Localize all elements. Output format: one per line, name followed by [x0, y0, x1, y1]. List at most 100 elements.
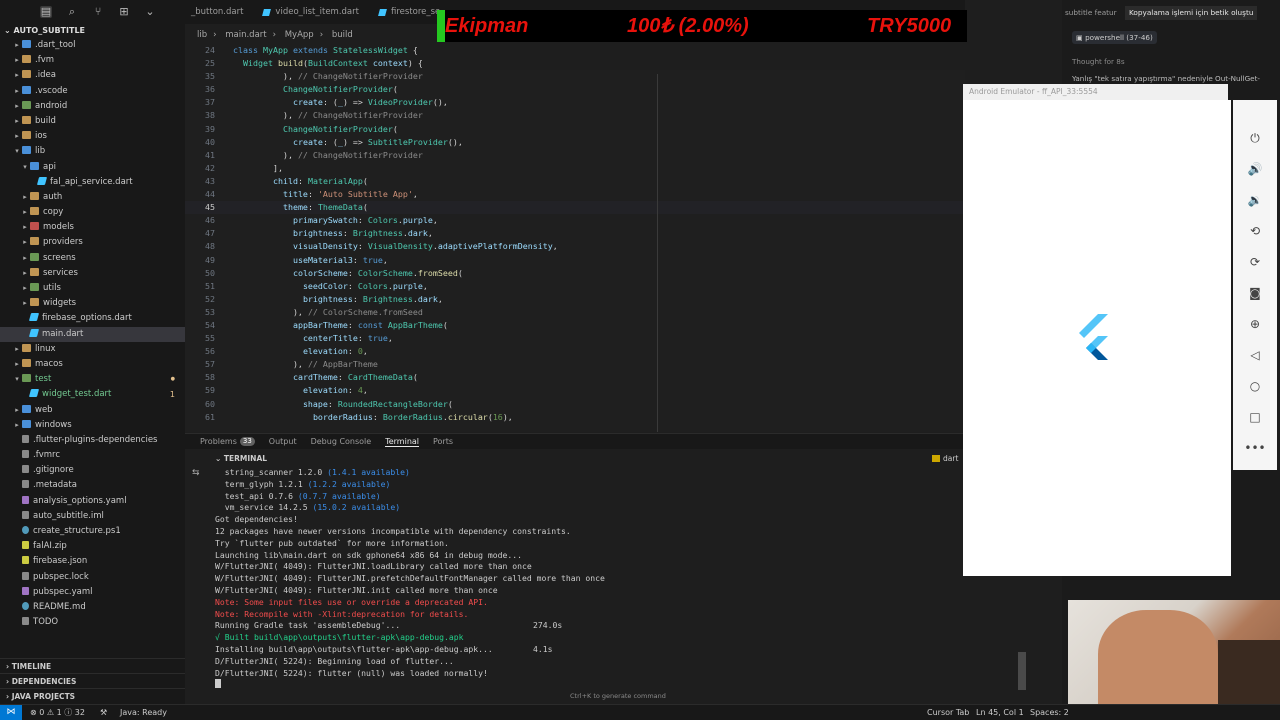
code-line[interactable]: 40 create: (_) => SubtitleProvider(),	[185, 136, 965, 149]
code-line[interactable]: 35 ), // ChangeNotifierProvider	[185, 70, 965, 83]
more-icon[interactable]: •••	[1233, 438, 1277, 458]
tree-item[interactable]: ▸ android	[0, 99, 185, 114]
problems-status[interactable]: ⊗ 0 ⚠ 1 ⓘ 32	[30, 705, 85, 720]
cursor-position[interactable]: Ln 45, Col 1	[976, 705, 1024, 720]
code-line[interactable]: 38 ), // ChangeNotifierProvider	[185, 109, 965, 122]
breadcrumb-file[interactable]: main.dart	[225, 30, 266, 40]
tree-item[interactable]: pubspec.lock	[0, 570, 185, 585]
tree-item[interactable]: ▸ .fvm	[0, 53, 185, 68]
tab-button-dart[interactable]: _button.dart	[185, 0, 257, 24]
code-line[interactable]: 53 ), // ColorScheme.fromSeed	[185, 306, 965, 319]
volume-down-icon[interactable]: 🔉	[1233, 190, 1277, 210]
tree-item[interactable]: ▸ widgets	[0, 296, 185, 311]
chat-tab-subtitle[interactable]: subtitle featur	[1065, 6, 1117, 20]
camera-icon[interactable]: ◙	[1233, 283, 1277, 303]
power-icon[interactable]: ⏻	[1233, 128, 1277, 148]
source-control-icon[interactable]: ⑂	[92, 6, 104, 18]
breadcrumb-lib[interactable]: lib	[197, 30, 207, 40]
tree-item[interactable]: ▸ build	[0, 114, 185, 129]
code-line[interactable]: 36 ChangeNotifierProvider(	[185, 83, 965, 96]
tree-item[interactable]: ▸ copy	[0, 205, 185, 220]
tree-item[interactable]: firebase.json	[0, 554, 185, 569]
code-line[interactable]: 57 ), // AppBarTheme	[185, 358, 965, 371]
code-line[interactable]: 44 title: 'Auto Subtitle App',	[185, 188, 965, 201]
remote-icon[interactable]: ⋈	[0, 705, 22, 720]
code-line[interactable]: 48 visualDensity: VisualDensity.adaptive…	[185, 240, 965, 253]
tree-item[interactable]: ▸ screens	[0, 251, 185, 266]
tree-item[interactable]: ▸ .dart_tool	[0, 38, 185, 53]
java-status[interactable]: Java: Ready	[120, 705, 167, 720]
context-chip[interactable]: ▣ powershell (37-46)	[1072, 31, 1157, 44]
tree-item[interactable]: ▾ lib	[0, 144, 185, 159]
tree-item[interactable]: analysis_options.yaml	[0, 494, 185, 509]
terminal-split-icon[interactable]: ⇆	[192, 468, 200, 478]
code-line[interactable]: 41 ), // ChangeNotifierProvider	[185, 149, 965, 162]
code-line[interactable]: 43 child: MaterialApp(	[185, 175, 965, 188]
rotate-right-icon[interactable]: ⟳	[1233, 252, 1277, 272]
rotate-left-icon[interactable]: ⟲	[1233, 221, 1277, 241]
tree-item[interactable]: create_structure.ps1	[0, 524, 185, 539]
indentation-status[interactable]: Spaces: 2	[1030, 705, 1069, 720]
code-line[interactable]: 54 appBarTheme: const AppBarTheme(	[185, 319, 965, 332]
terminal-prompt[interactable]	[215, 679, 955, 691]
tree-item[interactable]: ▸ web	[0, 403, 185, 418]
tree-item[interactable]: .fvmrc	[0, 448, 185, 463]
code-line[interactable]: 47 brightness: Brightness.dark,	[185, 227, 965, 240]
tree-item[interactable]: main.dart	[0, 326, 185, 342]
tree-item[interactable]: ▸ models	[0, 220, 185, 235]
tree-item[interactable]: ▾ api	[0, 160, 185, 175]
tree-item[interactable]: ▸ .vscode	[0, 84, 185, 99]
code-line[interactable]: 55 centerTitle: true,	[185, 332, 965, 345]
tree-item[interactable]: ▸ windows	[0, 418, 185, 433]
cursor-tab-status[interactable]: Cursor Tab	[927, 705, 969, 720]
code-line[interactable]: 49 useMaterial3: true,	[185, 254, 965, 267]
emulator-title-bar[interactable]: Android Emulator - ff_API_33:5554	[963, 84, 1228, 100]
tree-item[interactable]: ▸ macos	[0, 357, 185, 372]
code-line[interactable]: 39 ChangeNotifierProvider(	[185, 123, 965, 136]
tree-item[interactable]: firebase_options.dart	[0, 311, 185, 326]
code-line[interactable]: 51 seedColor: Colors.purple,	[185, 280, 965, 293]
tab-video-list-item[interactable]: video_list_item.dart	[257, 0, 373, 24]
home-icon[interactable]: ○	[1233, 376, 1277, 396]
tab-debug-console[interactable]: Debug Console	[311, 437, 372, 446]
tree-item[interactable]: fal_api_service.dart	[0, 175, 185, 190]
terminal-header[interactable]: ⌄ TERMINAL	[185, 453, 965, 465]
extensions-icon[interactable]: ⊞	[118, 6, 130, 18]
zoom-icon[interactable]: ⊕	[1233, 314, 1277, 334]
timeline-section[interactable]: › TIMELINE	[0, 658, 185, 673]
code-line[interactable]: 37 create: (_) => VideoProvider(),	[185, 96, 965, 109]
tree-item[interactable]: README.md	[0, 600, 185, 615]
code-line[interactable]: 58 cardTheme: CardThemeData(	[185, 371, 965, 384]
terminal-output[interactable]: string_scanner 1.2.0 (1.4.1 available) t…	[215, 467, 955, 692]
tree-item[interactable]: ▸ providers	[0, 235, 185, 250]
java-projects-section[interactable]: › JAVA PROJECTS	[0, 688, 185, 703]
tree-item[interactable]: .flutter-plugins-dependencies	[0, 433, 185, 448]
tree-item[interactable]: falAI.zip	[0, 539, 185, 554]
search-icon[interactable]: ⌕	[66, 6, 78, 18]
breadcrumb-method[interactable]: build	[332, 30, 353, 40]
tree-item[interactable]: ▸ .idea	[0, 68, 185, 83]
code-line[interactable]: 42 ],	[185, 162, 965, 175]
volume-up-icon[interactable]: 🔊	[1233, 159, 1277, 179]
tree-item[interactable]: pubspec.yaml	[0, 585, 185, 600]
code-line[interactable]: 45 theme: ThemeData(	[185, 201, 965, 215]
dependencies-section[interactable]: › DEPENDENCIES	[0, 673, 185, 688]
chat-tab-copy-script[interactable]: Kopyalama işlemi için betik oluştu	[1125, 6, 1258, 20]
back-icon[interactable]: ◁	[1233, 345, 1277, 365]
breadcrumb-class[interactable]: MyApp	[285, 30, 314, 40]
code-line[interactable]: 24 class MyApp extends StatelessWidget {	[185, 44, 965, 58]
code-line[interactable]: 25 Widget build(BuildContext context) {	[185, 57, 965, 71]
overview-icon[interactable]: □	[1233, 407, 1277, 427]
tab-terminal[interactable]: Terminal	[385, 437, 420, 447]
tree-item[interactable]: ▸ services	[0, 266, 185, 281]
code-line[interactable]: 46 primarySwatch: Colors.purple,	[185, 214, 965, 227]
tree-item[interactable]: TODO	[0, 615, 185, 630]
tree-item[interactable]: ▸ ios	[0, 129, 185, 144]
tree-item[interactable]: .gitignore	[0, 463, 185, 478]
tree-item[interactable]: .metadata	[0, 478, 185, 493]
tab-problems[interactable]: Problems 33	[200, 437, 255, 446]
code-line[interactable]: 59 elevation: 4,	[185, 384, 965, 397]
code-line[interactable]: 52 brightness: Brightness.dark,	[185, 293, 965, 306]
tools-icon[interactable]: ⚒	[100, 705, 107, 720]
terminal-instance[interactable]: dart	[932, 453, 958, 465]
